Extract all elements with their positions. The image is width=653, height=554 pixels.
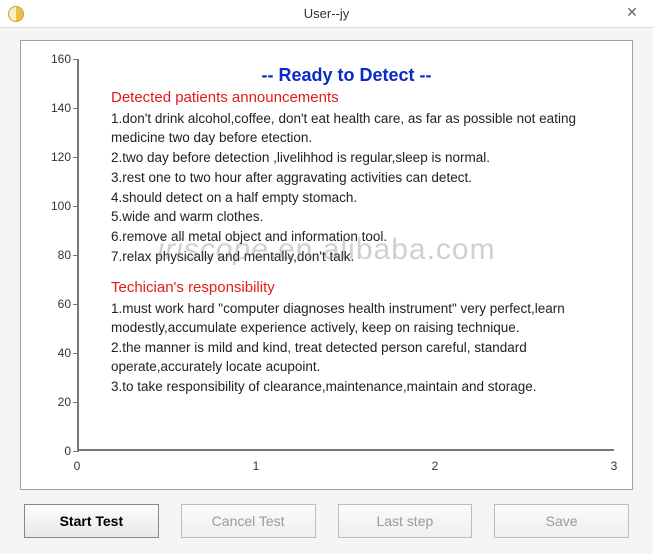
last-step-button[interactable]: Last step [338,504,473,538]
window-title: User--jy [304,6,350,21]
instructions-block: Detected patients announcements 1.don't … [111,87,596,398]
main-panel: 0 20 40 60 80 100 120 140 160 0 1 2 3 -- Ready to D… [20,40,633,490]
x-axis-tick: 0 [74,459,81,473]
y-axis-tick: 120 [31,150,71,164]
patient-line: 6.remove all metal object and informatio… [111,228,596,247]
button-row: Start Test Cancel Test Last step Save [0,490,653,538]
patient-line: 2.two day before detection ,livelihhod i… [111,149,596,168]
y-axis-tick: 80 [31,248,71,262]
y-axis-tick: 160 [31,52,71,66]
start-test-button[interactable]: Start Test [24,504,159,538]
x-axis-tick: 3 [611,459,618,473]
app-icon [8,6,24,22]
x-axis-tick: 2 [432,459,439,473]
y-axis-tick: 0 [31,444,71,458]
y-axis-tick: 20 [31,395,71,409]
patient-line: 1.don't drink alcohol,coffee, don't eat … [111,110,596,148]
technician-line: 3.to take responsibility of clearance,ma… [111,378,596,397]
technician-line: 2.the manner is mild and kind, treat det… [111,339,596,377]
y-axis-tick: 60 [31,297,71,311]
y-axis-tick: 140 [31,101,71,115]
x-axis-tick: 1 [253,459,260,473]
y-axis-tick: 100 [31,199,71,213]
y-axis-tick: 40 [31,346,71,360]
save-button[interactable]: Save [494,504,629,538]
chart-area: 0 20 40 60 80 100 120 140 160 0 1 2 3 -- Ready to D… [31,49,622,485]
technician-section-header: Techician's responsibility [111,277,596,298]
patient-section-header: Detected patients announcements [111,87,596,108]
patient-line: 3.rest one to two hour after aggravating… [111,169,596,188]
cancel-test-button[interactable]: Cancel Test [181,504,316,538]
patient-line: 7.relax physically and mentally,don't ta… [111,248,596,267]
title-bar: User--jy ✕ [0,0,653,28]
chart-title: -- Ready to Detect -- [79,65,614,86]
close-icon[interactable]: ✕ [611,0,653,24]
patient-line: 5.wide and warm clothes. [111,208,596,227]
patient-line: 4.should detect on a half empty stomach. [111,189,596,208]
technician-line: 1.must work hard "computer diagnoses hea… [111,300,596,338]
